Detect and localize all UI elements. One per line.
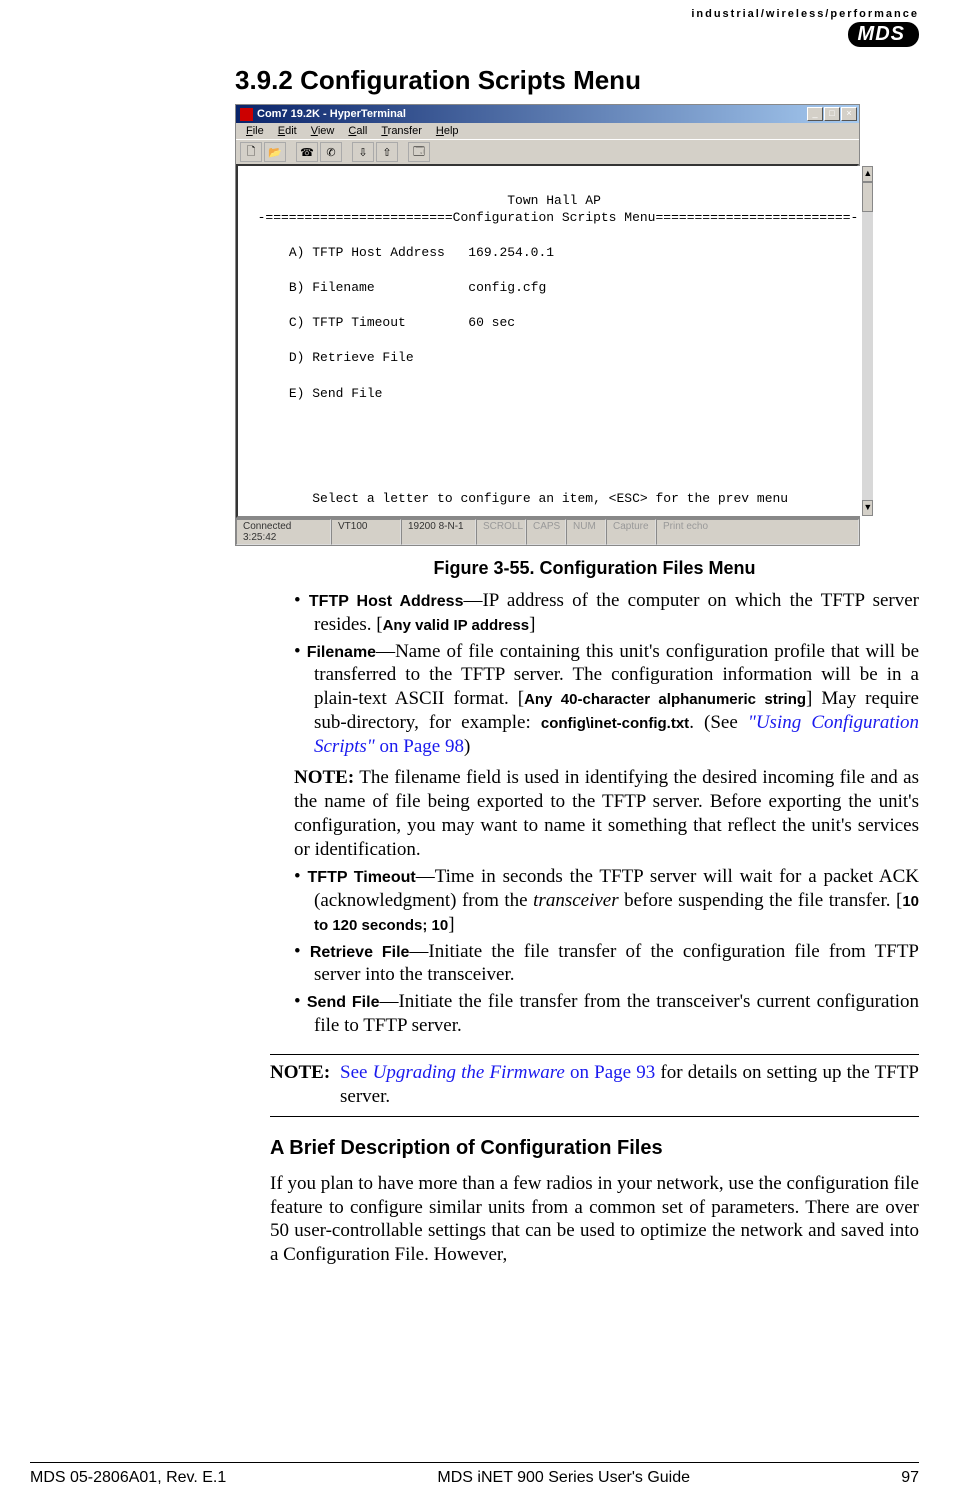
window-title: Com7 19.2K - HyperTerminal <box>257 108 406 120</box>
menubar: File Edit View Call Transfer Help <box>236 123 859 139</box>
brief-description-para: If you plan to have more than a few radi… <box>270 1172 919 1267</box>
status-capture: Capture <box>606 519 656 545</box>
footer-doc-title: MDS iNET 900 Series User's Guide <box>437 1469 690 1487</box>
note-body: See Upgrading the Firmware on Page 93 fo… <box>340 1061 919 1110</box>
status-connected: Connected 3:25:42 <box>236 519 331 545</box>
brief-description-heading: A Brief Description of Configuration Fil… <box>270 1137 919 1160</box>
statusbar: Connected 3:25:42 VT100 19200 8-N-1 SCRO… <box>236 518 859 545</box>
section-title-text: Configuration Scripts Menu <box>300 65 641 95</box>
menu-transfer[interactable]: Transfer <box>375 124 428 138</box>
status-echo: Print echo <box>656 519 859 545</box>
header-tagline: industrial/wireless/performance <box>0 8 919 20</box>
footer-page-number: 97 <box>901 1469 919 1487</box>
status-scroll: SCROLL <box>476 519 526 545</box>
window-titlebar: Com7 19.2K - HyperTerminal _ □ × <box>236 105 859 123</box>
toolbar-new-icon[interactable]: 🗋 <box>240 142 262 162</box>
status-terminal-type: VT100 <box>331 519 401 545</box>
bullet-timeout: TFTP Timeout—Time in seconds the TFTP se… <box>294 865 919 936</box>
section-heading: 3.9.2 Configuration Scripts Menu <box>235 65 919 96</box>
bullet-filename: Filename—Name of file containing this un… <box>294 640 919 759</box>
toolbar-properties-icon[interactable]: 🗔 <box>408 142 430 162</box>
scrollbar[interactable]: ▲ ▼ <box>862 166 873 516</box>
filename-note: NOTE: The filename field is used in iden… <box>294 766 919 861</box>
bullet-tftp-host: TFTP Host Address—IP address of the comp… <box>294 589 919 637</box>
menu-edit[interactable]: Edit <box>272 124 303 138</box>
terminal-output: Town Hall AP -========================Co… <box>238 166 862 516</box>
menu-view[interactable]: View <box>305 124 341 138</box>
scroll-thumb[interactable] <box>862 182 873 212</box>
hyperterminal-window: Com7 19.2K - HyperTerminal _ □ × File Ed… <box>235 104 860 546</box>
menu-call[interactable]: Call <box>342 124 373 138</box>
footer-doc-rev: MDS 05-2806A01, Rev. E.1 <box>30 1469 226 1487</box>
app-icon <box>240 108 253 121</box>
toolbar-send-icon[interactable]: ⇩ <box>352 142 374 162</box>
scroll-up-icon[interactable]: ▲ <box>862 166 873 182</box>
toolbar: 🗋 📂 ☎ ✆ ⇩ ⇧ 🗔 <box>236 139 859 164</box>
menu-file[interactable]: File <box>240 124 270 138</box>
field-description-list: TFTP Host Address—IP address of the comp… <box>294 589 919 758</box>
status-num: NUM <box>566 519 606 545</box>
note-label: NOTE: <box>270 1061 340 1110</box>
mds-logo: MDS <box>848 22 919 47</box>
figure-caption: Figure 3-55. Configuration Files Menu <box>270 558 919 579</box>
toolbar-disconnect-icon[interactable]: ✆ <box>320 142 342 162</box>
toolbar-connect-icon[interactable]: ☎ <box>296 142 318 162</box>
bullet-send: Send File—Initiate the file transfer fro… <box>294 990 919 1038</box>
close-button[interactable]: × <box>841 107 857 121</box>
menu-help[interactable]: Help <box>430 124 465 138</box>
toolbar-open-icon[interactable]: 📂 <box>264 142 286 162</box>
status-baud: 19200 8-N-1 <box>401 519 476 545</box>
bullet-retrieve: Retrieve File—Initiate the file transfer… <box>294 940 919 988</box>
maximize-button[interactable]: □ <box>824 107 840 121</box>
minimize-button[interactable]: _ <box>807 107 823 121</box>
link-upgrading-firmware[interactable]: Upgrading the Firmware <box>373 1062 570 1083</box>
status-caps: CAPS <box>526 519 566 545</box>
field-description-list-2: TFTP Timeout—Time in seconds the TFTP se… <box>294 865 919 1037</box>
section-number: 3.9.2 <box>235 65 293 95</box>
scroll-down-icon[interactable]: ▼ <box>862 500 873 516</box>
note-section: NOTE: See Upgrading the Firmware on Page… <box>270 1054 919 1117</box>
toolbar-receive-icon[interactable]: ⇧ <box>376 142 398 162</box>
page-footer: MDS 05-2806A01, Rev. E.1 MDS iNET 900 Se… <box>30 1462 919 1487</box>
